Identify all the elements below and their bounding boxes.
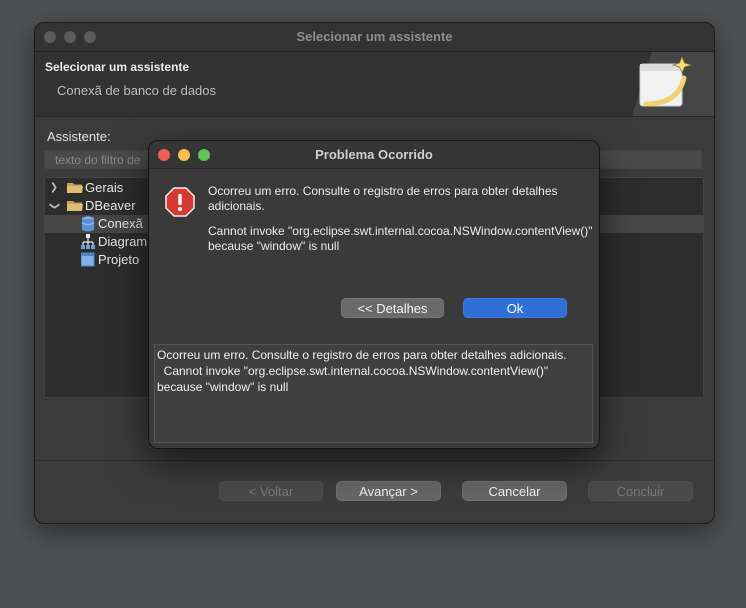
assistant-label: Assistente:: [47, 129, 111, 144]
error-detail: Cannot invoke "org.eclipse.swt.internal.…: [208, 224, 593, 253]
header-subtitle: Conexã de banco de dados: [57, 83, 217, 98]
tree-label: Projeto: [98, 252, 140, 267]
error-dialog: Problema Ocorrido Ocorreu um erro. Consu…: [148, 140, 600, 449]
tree-label: Conexã: [98, 216, 143, 231]
wizard-banner-icon: [632, 52, 714, 116]
tree-label: Gerais: [85, 180, 124, 195]
project-icon: [81, 252, 95, 267]
details-button[interactable]: << Detalhes: [341, 298, 444, 318]
details-textarea[interactable]: Ocorreu um erro. Consulte o registro de …: [154, 344, 593, 443]
error-icon: [165, 187, 195, 217]
header-title: Selecionar um assistente: [45, 60, 190, 74]
chevron-down-icon[interactable]: ❯: [45, 201, 63, 211]
dialog-titlebar: Problema Ocorrido: [149, 141, 599, 169]
cancel-button[interactable]: Cancelar: [462, 481, 567, 501]
wizard-header: Selecionar um assistente Conexã de banco…: [35, 52, 714, 117]
tree-label: Diagram: [98, 234, 148, 249]
folder-icon: [67, 201, 83, 211]
error-message: Ocorreu um erro. Consulte o registro de …: [208, 184, 558, 213]
dialog-title: Problema Ocorrido: [315, 147, 433, 162]
wizard-window-title: Selecionar um assistente: [296, 29, 453, 44]
chevron-right-icon[interactable]: ❯: [49, 179, 59, 197]
tree-label: DBeaver: [85, 198, 136, 213]
finish-button[interactable]: Concluir: [588, 481, 693, 501]
wizard-titlebar: Selecionar um assistente: [35, 23, 714, 52]
ok-button[interactable]: Ok: [463, 298, 567, 318]
database-icon: [81, 216, 95, 232]
next-button[interactable]: Avançar >: [336, 481, 441, 501]
footer-separator: [35, 460, 714, 461]
folder-icon: [67, 183, 83, 193]
back-button[interactable]: < Voltar: [219, 481, 323, 501]
diagram-icon: [81, 234, 95, 249]
